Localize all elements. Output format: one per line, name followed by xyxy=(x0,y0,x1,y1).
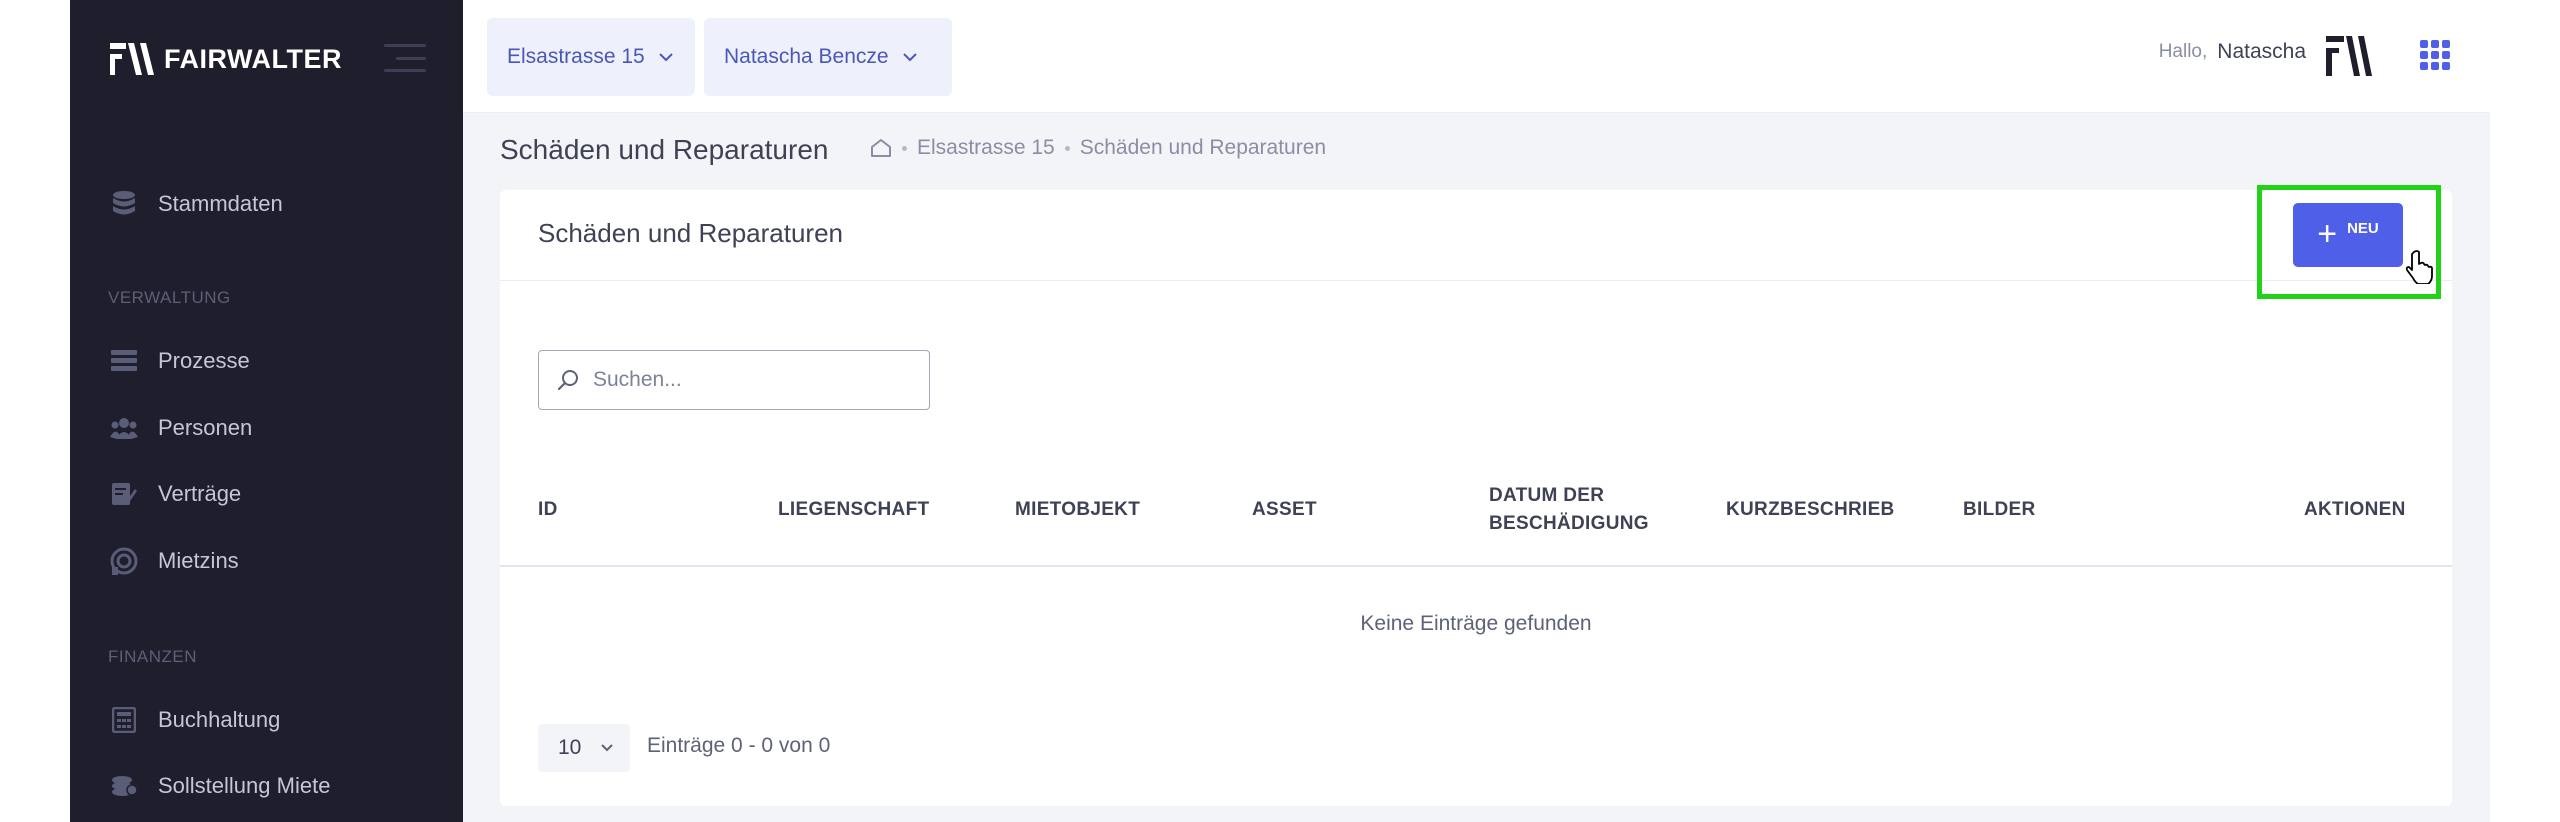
sidebar: FAIRWALTER Stammdaten VERWALTUNG Prozess… xyxy=(70,0,463,822)
database-icon xyxy=(110,190,138,218)
sidebar-item-label: Mietzins xyxy=(158,548,239,573)
sidebar-toggle-icon[interactable] xyxy=(384,44,426,72)
calculator-icon xyxy=(110,706,138,734)
contract-icon xyxy=(110,480,138,508)
coins-icon xyxy=(110,772,138,800)
breadcrumb-separator xyxy=(902,145,907,151)
column-header-datum-line1: DATUM DER xyxy=(1489,485,1605,506)
column-header-mietobjekt[interactable]: MIETOBJEKT xyxy=(1015,496,1140,524)
sidebar-item-sollstellung-miete[interactable]: Sollstellung Miete xyxy=(110,766,330,806)
empty-table-message: Keine Einträge gefunden xyxy=(1360,612,1592,635)
chevron-down-icon xyxy=(601,744,614,752)
column-header-asset[interactable]: ASSET xyxy=(1252,496,1317,524)
chevron-down-icon xyxy=(902,53,917,62)
page-size-value: 10 xyxy=(558,736,582,759)
user-name: Natascha xyxy=(2217,40,2306,63)
sidebar-item-label: Buchhaltung xyxy=(158,707,281,732)
sidebar-item-label: Prozesse xyxy=(158,348,250,373)
table-header-divider xyxy=(500,565,2452,567)
search-field[interactable] xyxy=(538,350,930,410)
sidebar-item-buchhaltung[interactable]: Buchhaltung xyxy=(110,700,280,740)
search-input[interactable] xyxy=(593,368,893,392)
breadcrumb: Elsastrasse 15 Schäden und Reparaturen xyxy=(870,136,1326,160)
list-icon xyxy=(110,347,138,375)
user-select-value: Natascha Bencze xyxy=(724,45,889,68)
column-header-bilder[interactable]: BILDER xyxy=(1963,496,2036,524)
users-icon xyxy=(110,414,138,442)
column-header-datum[interactable]: DATUM DER BESCHÄDIGUNG xyxy=(1489,482,1649,538)
column-header-kurzbeschrieb[interactable]: KURZBESCHRIEB xyxy=(1726,496,1895,524)
logo[interactable]: FAIRWALTER xyxy=(110,40,342,78)
sidebar-item-stammdaten[interactable]: Stammdaten xyxy=(110,184,283,224)
search-icon xyxy=(557,370,578,391)
sidebar-item-label: Sollstellung Miete xyxy=(158,773,331,798)
property-select-value: Elsastrasse 15 xyxy=(507,45,645,68)
column-header-datum-line2: BESCHÄDIGUNG xyxy=(1489,513,1649,534)
pagination-info: Einträge 0 - 0 von 0 xyxy=(647,734,831,757)
property-select[interactable]: Elsastrasse 15 xyxy=(487,18,695,96)
chevron-down-icon xyxy=(659,53,673,62)
user-select[interactable]: Natascha Bencze xyxy=(704,18,952,96)
user-greeting: Hallo, Natascha xyxy=(2159,40,2306,64)
breadcrumb-item[interactable]: Elsastrasse 15 xyxy=(917,136,1055,160)
column-header-id[interactable]: ID xyxy=(538,496,558,524)
plus-icon: + xyxy=(2317,215,2338,253)
breadcrumb-separator xyxy=(1064,145,1070,151)
card-title: Schäden und Reparaturen xyxy=(538,218,844,248)
page-size-select[interactable]: 10 xyxy=(538,724,630,772)
section-title-verwaltung: VERWALTUNG xyxy=(108,288,231,307)
sidebar-item-personen[interactable]: Personen xyxy=(110,408,252,448)
sidebar-item-mietzins[interactable]: Mietzins xyxy=(110,541,239,581)
sidebar-item-label: Stammdaten xyxy=(158,191,283,216)
user-avatar-icon[interactable] xyxy=(2324,34,2374,78)
new-button-label: NEU xyxy=(2347,219,2379,237)
sidebar-item-vertraege[interactable]: Verträge xyxy=(110,474,241,514)
section-title-finanzen: FINANZEN xyxy=(108,647,197,666)
app-frame: FAIRWALTER Stammdaten VERWALTUNG Prozess… xyxy=(70,0,2490,822)
sidebar-item-prozesse[interactable]: Prozesse xyxy=(110,341,250,381)
sidebar-item-label: Personen xyxy=(158,415,253,440)
breadcrumb-item: Schäden und Reparaturen xyxy=(1079,136,1327,159)
sidebar-item-label: Verträge xyxy=(158,481,242,506)
brand-name: FAIRWALTER xyxy=(164,43,342,74)
damages-card: Schäden und Reparaturen + NEU ID LIEGENS… xyxy=(500,185,2452,806)
column-header-aktionen: AKTIONEN xyxy=(2304,499,2406,520)
rent-icon xyxy=(110,547,138,575)
top-header: Elsastrasse 15 Natascha Bencze Hallo, Na… xyxy=(463,0,2490,113)
home-icon[interactable] xyxy=(870,138,892,158)
card-divider xyxy=(500,280,2452,281)
apps-grid-icon[interactable] xyxy=(2420,40,2450,70)
column-header-liegenschaft[interactable]: LIEGENSCHAFT xyxy=(778,496,929,524)
fairwalter-logo-icon xyxy=(110,43,154,75)
new-button[interactable]: + NEU xyxy=(2293,203,2403,267)
greeting-label: Hallo, xyxy=(2158,41,2208,62)
hand-cursor-icon xyxy=(2405,250,2433,284)
page-title: Schäden und Reparaturen xyxy=(500,134,829,165)
